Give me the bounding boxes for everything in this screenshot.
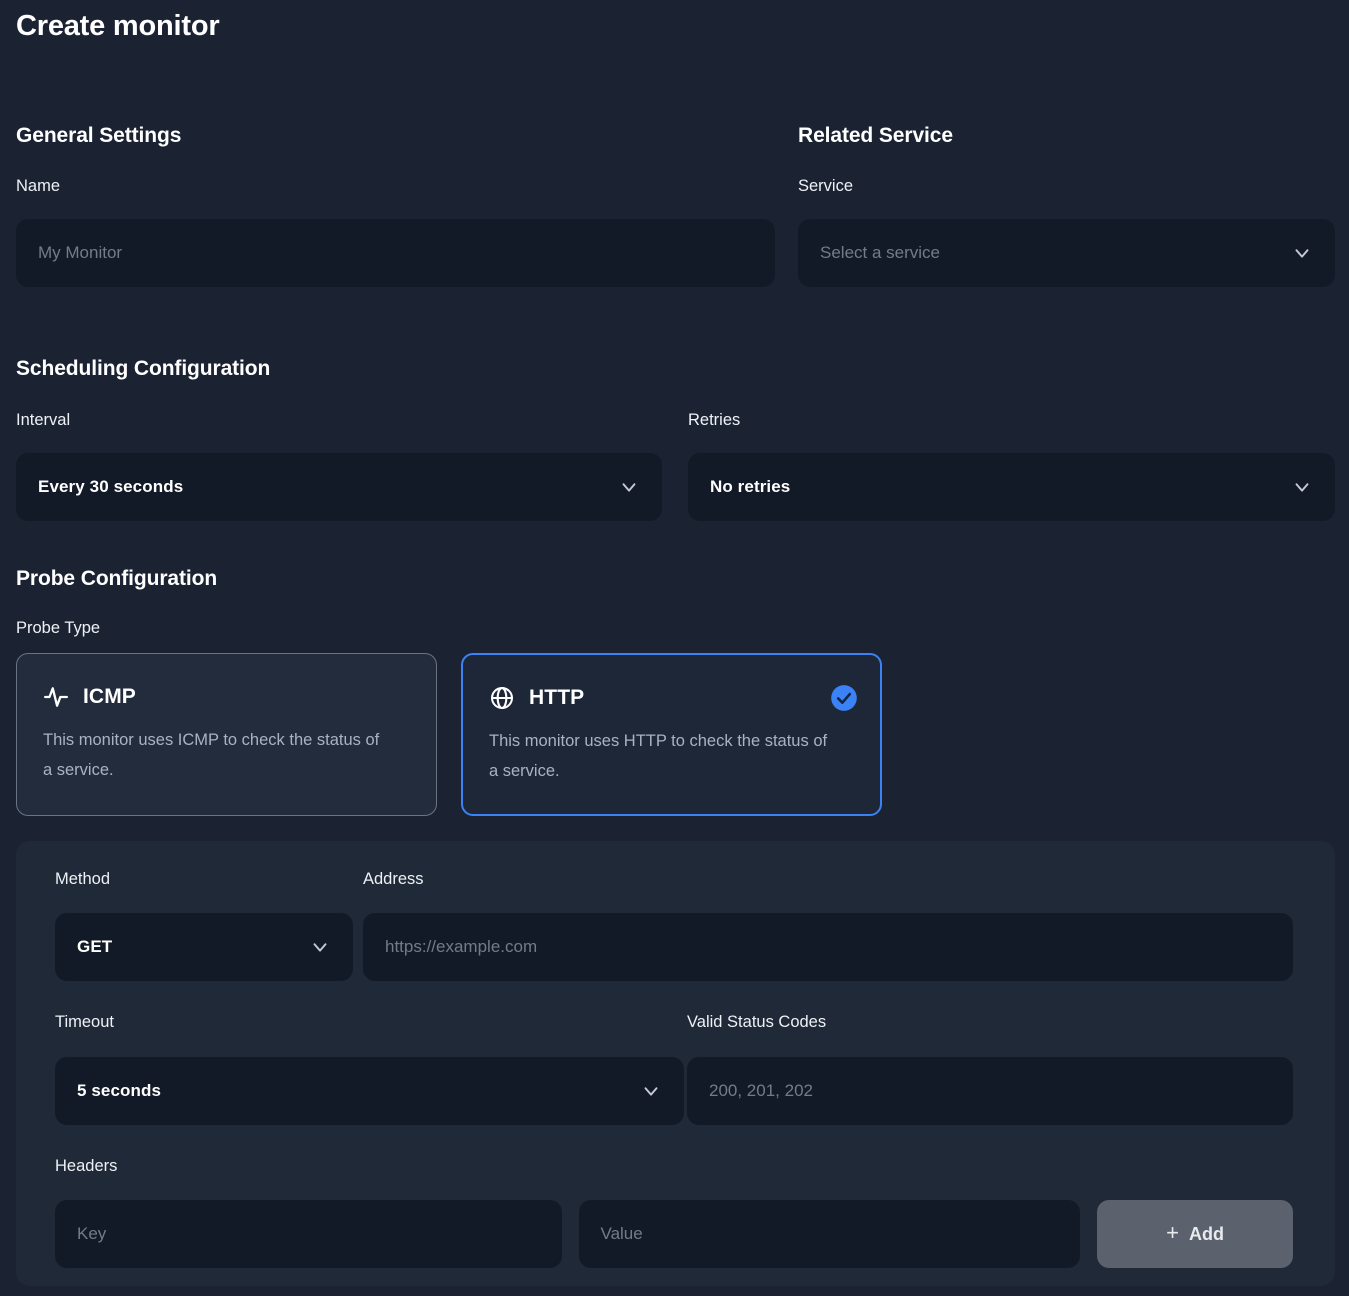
add-header-button-label: Add (1189, 1223, 1224, 1244)
valid-status-codes-placeholder: 200, 201, 202 (709, 1081, 813, 1100)
interval-select[interactable]: Every 30 seconds (16, 453, 662, 521)
scheduling-configuration-heading: Scheduling Configuration (16, 357, 271, 380)
interval-value: Every 30 seconds (38, 477, 184, 496)
header-value-input[interactable]: Value (578, 1200, 1081, 1268)
method-label: Method (55, 870, 111, 888)
method-select[interactable]: GET (55, 913, 353, 981)
http-settings-panel: Method GET Address https://example.com T… (16, 841, 1335, 1286)
check-circle-icon (831, 685, 857, 711)
service-label: Service (798, 177, 854, 195)
chevron-down-icon (622, 483, 636, 492)
probe-type-card-icmp[interactable]: ICMP This monitor uses ICMP to check the… (16, 653, 437, 816)
globe-icon (491, 687, 513, 709)
name-input-placeholder: My Monitor (38, 243, 123, 262)
create-monitor-page: Create monitor General Settings Name My … (0, 0, 1349, 1296)
retries-select[interactable]: No retries (688, 453, 1335, 521)
address-label: Address (363, 870, 424, 888)
probe-type-label: Probe Type (16, 619, 101, 637)
retries-value: No retries (710, 477, 791, 496)
add-header-button[interactable]: + Add (1097, 1200, 1293, 1268)
general-settings-heading: General Settings (16, 124, 182, 147)
interval-label: Interval (16, 411, 71, 429)
probe-card-title: HTTP (529, 686, 585, 709)
name-label: Name (16, 177, 61, 195)
probe-card-title: ICMP (83, 685, 136, 708)
chevron-down-icon (1295, 483, 1309, 492)
headers-row: Key Value + Add (55, 1200, 1293, 1268)
address-input[interactable]: https://example.com (363, 913, 1293, 981)
related-service-heading: Related Service (798, 124, 953, 147)
valid-status-codes-label: Valid Status Codes (687, 1013, 827, 1031)
timeout-label: Timeout (55, 1013, 114, 1031)
header-key-placeholder: Key (77, 1224, 107, 1243)
chevron-down-icon (1295, 249, 1309, 258)
timeout-select[interactable]: 5 seconds (55, 1057, 684, 1125)
service-select-placeholder: Select a service (820, 243, 940, 262)
name-input[interactable]: My Monitor (16, 219, 775, 287)
valid-status-codes-input[interactable]: 200, 201, 202 (687, 1057, 1293, 1125)
probe-card-description: This monitor uses ICMP to check the stat… (43, 731, 380, 780)
activity-pulse-icon (44, 687, 68, 707)
timeout-value: 5 seconds (77, 1081, 162, 1100)
chevron-down-icon (644, 1087, 658, 1096)
probe-card-description: This monitor uses HTTP to check the stat… (489, 732, 828, 781)
probe-card-header: ICMP (43, 684, 410, 710)
header-value-placeholder: Value (600, 1224, 643, 1243)
probe-configuration-heading: Probe Configuration (16, 567, 218, 590)
method-value: GET (77, 937, 113, 956)
retries-label: Retries (688, 411, 741, 429)
address-input-placeholder: https://example.com (385, 937, 538, 956)
header-key-input[interactable]: Key (55, 1200, 562, 1268)
headers-label: Headers (55, 1157, 118, 1175)
chevron-down-icon (313, 943, 327, 952)
plus-icon: + (1166, 1220, 1179, 1245)
page-title: Create monitor (16, 10, 220, 42)
probe-type-options: ICMP This monitor uses ICMP to check the… (16, 653, 882, 816)
service-select[interactable]: Select a service (798, 219, 1335, 287)
probe-type-card-http[interactable]: HTTP This monitor uses HTTP to check the… (461, 653, 882, 816)
probe-card-header: HTTP (489, 685, 854, 711)
